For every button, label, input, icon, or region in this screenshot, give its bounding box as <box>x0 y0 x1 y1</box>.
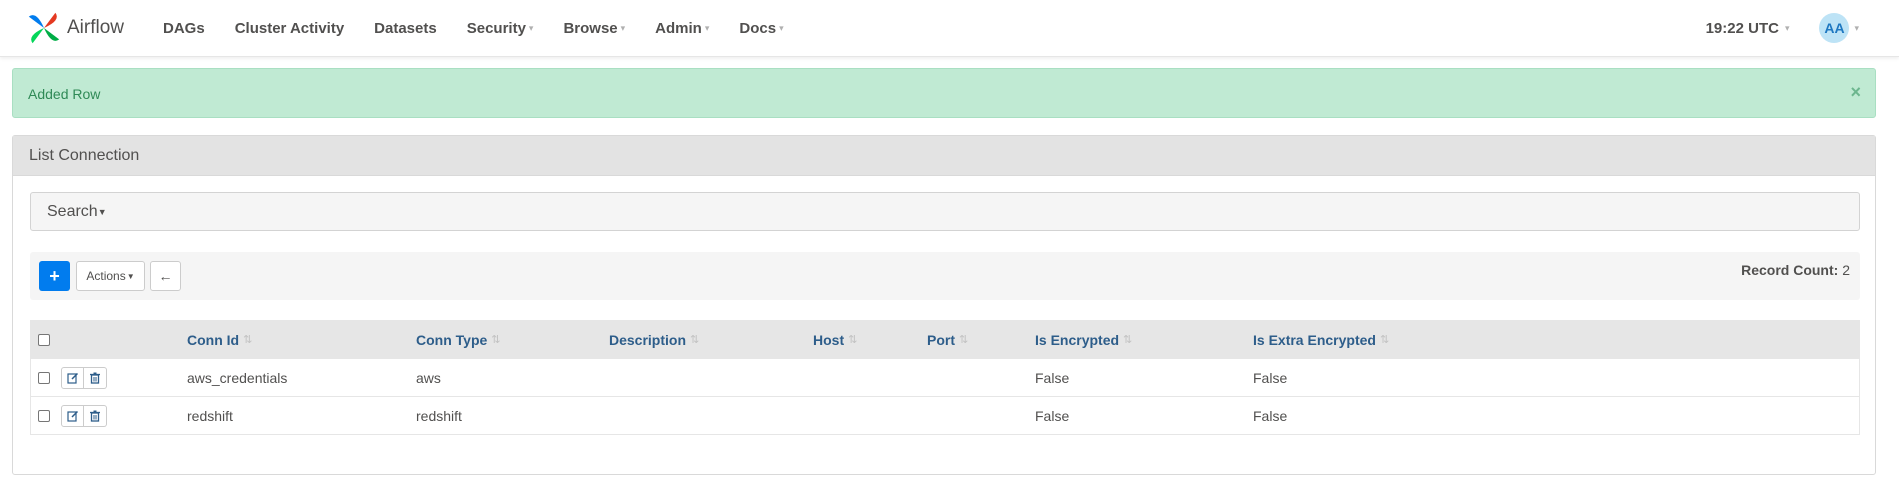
caret-down-icon: ▾ <box>779 22 784 33</box>
column-label: Is Encrypted <box>1035 331 1120 348</box>
sort-icon: ⇅ <box>491 334 500 346</box>
nav-label: Docs <box>739 19 777 37</box>
clock-time: 19:22 UTC <box>1705 19 1779 37</box>
table-row: aws_credentials aws False False <box>30 359 1860 397</box>
sort-icon: ⇅ <box>690 334 699 346</box>
list-panel: List Connection Search▼ + Actions ▼ ← Rec… <box>12 135 1876 475</box>
main-nav: DAGs Cluster Activity Datasets Security ▾… <box>148 0 799 56</box>
timezone-dropdown[interactable]: 19:22 UTC ▾ <box>1706 20 1790 37</box>
caret-down-icon: ▾ <box>704 22 710 33</box>
search-toggle[interactable]: Search▼ <box>47 203 107 221</box>
trash-icon <box>90 372 100 384</box>
cell-conn-id: redshift <box>187 407 233 424</box>
row-checkbox[interactable] <box>38 409 50 422</box>
column-label: Conn Id <box>187 331 240 348</box>
delete-button[interactable] <box>84 366 107 389</box>
nav-docs[interactable]: Docs ▾ <box>724 0 798 56</box>
cell-is-extra-encrypted: False <box>1253 369 1288 386</box>
airflow-logo-icon <box>28 12 60 44</box>
nav-label: Cluster Activity <box>234 19 345 37</box>
column-label: Description <box>609 331 687 348</box>
cell-is-extra-encrypted: False <box>1253 407 1288 424</box>
col-header-conn-type[interactable]: Conn Type ⇅ <box>416 320 501 359</box>
edit-button[interactable] <box>61 404 84 427</box>
nav-browse[interactable]: Browse ▾ <box>548 0 640 56</box>
cell-is-encrypted: False <box>1035 407 1070 424</box>
list-toolbar: + Actions ▼ ← Record Count: 2 <box>30 252 1860 300</box>
actions-dropdown[interactable]: Actions ▼ <box>76 261 145 291</box>
caret-down-icon: ▾ <box>1854 22 1859 33</box>
nav-datasets[interactable]: Datasets <box>359 0 452 56</box>
edit-button[interactable] <box>61 366 84 389</box>
column-label: Is Extra Encrypted <box>1253 331 1376 348</box>
nav-cluster-activity[interactable]: Cluster Activity <box>220 0 359 56</box>
column-label: Port <box>927 331 955 348</box>
brand-logo-link[interactable]: Airflow <box>25 6 124 50</box>
table-header: Conn Id ⇅ Conn Type ⇅ Description ⇅ Host ⇅ P… <box>30 320 1860 359</box>
caret-down-icon: ▼ <box>126 271 135 281</box>
select-all-cell <box>38 320 50 359</box>
col-header-port[interactable]: Port ⇅ <box>927 320 968 359</box>
caret-down-icon: ▾ <box>1784 22 1790 33</box>
trash-icon <box>90 410 100 422</box>
edit-icon <box>66 372 78 384</box>
add-record-button[interactable]: + <box>39 261 70 291</box>
record-count-value: 2 <box>1842 262 1850 278</box>
nav-label: Security <box>466 19 526 37</box>
search-label: Search <box>47 203 98 220</box>
edit-icon <box>66 410 78 422</box>
nav-dags[interactable]: DAGs <box>148 0 220 56</box>
col-header-is-encrypted[interactable]: Is Encrypted ⇅ <box>1035 320 1132 359</box>
alert-message: Added Row <box>28 86 101 102</box>
cell-is-encrypted: False <box>1035 369 1070 386</box>
sort-icon: ⇅ <box>848 334 857 346</box>
close-icon[interactable]: × <box>1850 82 1861 103</box>
select-all-checkbox[interactable] <box>38 333 50 346</box>
brand-name: Airflow <box>67 17 125 38</box>
cell-conn-type: aws <box>416 369 441 386</box>
actions-label: Actions <box>86 269 126 283</box>
row-actions <box>61 397 107 434</box>
col-header-is-extra-encrypted[interactable]: Is Extra Encrypted ⇅ <box>1253 320 1389 359</box>
panel-header: List Connection <box>13 136 1875 176</box>
sort-icon: ⇅ <box>1123 334 1132 346</box>
sort-icon: ⇅ <box>243 334 252 346</box>
row-actions <box>61 359 107 396</box>
nav-right: 19:22 UTC ▾ AA ▾ <box>1706 0 1859 56</box>
caret-down-icon: ▾ <box>528 22 534 33</box>
record-count-label: Record Count: <box>1741 262 1839 278</box>
caret-down-icon: ▼ <box>97 206 107 217</box>
flash-alert: Added Row × <box>12 68 1876 118</box>
col-header-host[interactable]: Host ⇅ <box>813 320 857 359</box>
connections-table: Conn Id ⇅ Conn Type ⇅ Description ⇅ Host ⇅ P… <box>30 320 1860 435</box>
sort-icon: ⇅ <box>959 334 968 346</box>
navbar: Airflow DAGs Cluster Activity Datasets S… <box>0 0 1899 57</box>
column-label: Conn Type <box>416 331 488 348</box>
sort-icon: ⇅ <box>1379 334 1389 346</box>
nav-label: Admin <box>655 19 702 37</box>
col-header-description[interactable]: Description ⇅ <box>609 320 699 359</box>
delete-button[interactable] <box>84 404 107 427</box>
nav-label: Browse <box>563 19 618 37</box>
nav-security[interactable]: Security ▾ <box>452 0 549 56</box>
table-row: redshift redshift False False <box>30 397 1860 435</box>
record-count: Record Count: 2 <box>1741 262 1850 278</box>
nav-admin[interactable]: Admin ▾ <box>640 0 724 56</box>
caret-down-icon: ▾ <box>620 22 626 33</box>
nav-label: DAGs <box>163 19 205 37</box>
nav-label: Datasets <box>374 19 437 37</box>
cell-conn-type: redshift <box>416 407 462 424</box>
row-select-cell <box>38 359 50 396</box>
column-label: Host <box>813 331 845 348</box>
search-bar: Search▼ <box>30 192 1860 231</box>
page-title: List Connection <box>29 147 140 164</box>
back-button[interactable]: ← <box>150 261 181 291</box>
row-select-cell <box>38 397 50 434</box>
cell-conn-id: aws_credentials <box>187 369 288 386</box>
row-checkbox[interactable] <box>38 371 50 384</box>
user-menu[interactable]: AA ▾ <box>1819 13 1859 43</box>
avatar: AA <box>1819 13 1850 43</box>
col-header-conn-id[interactable]: Conn Id ⇅ <box>187 320 252 359</box>
